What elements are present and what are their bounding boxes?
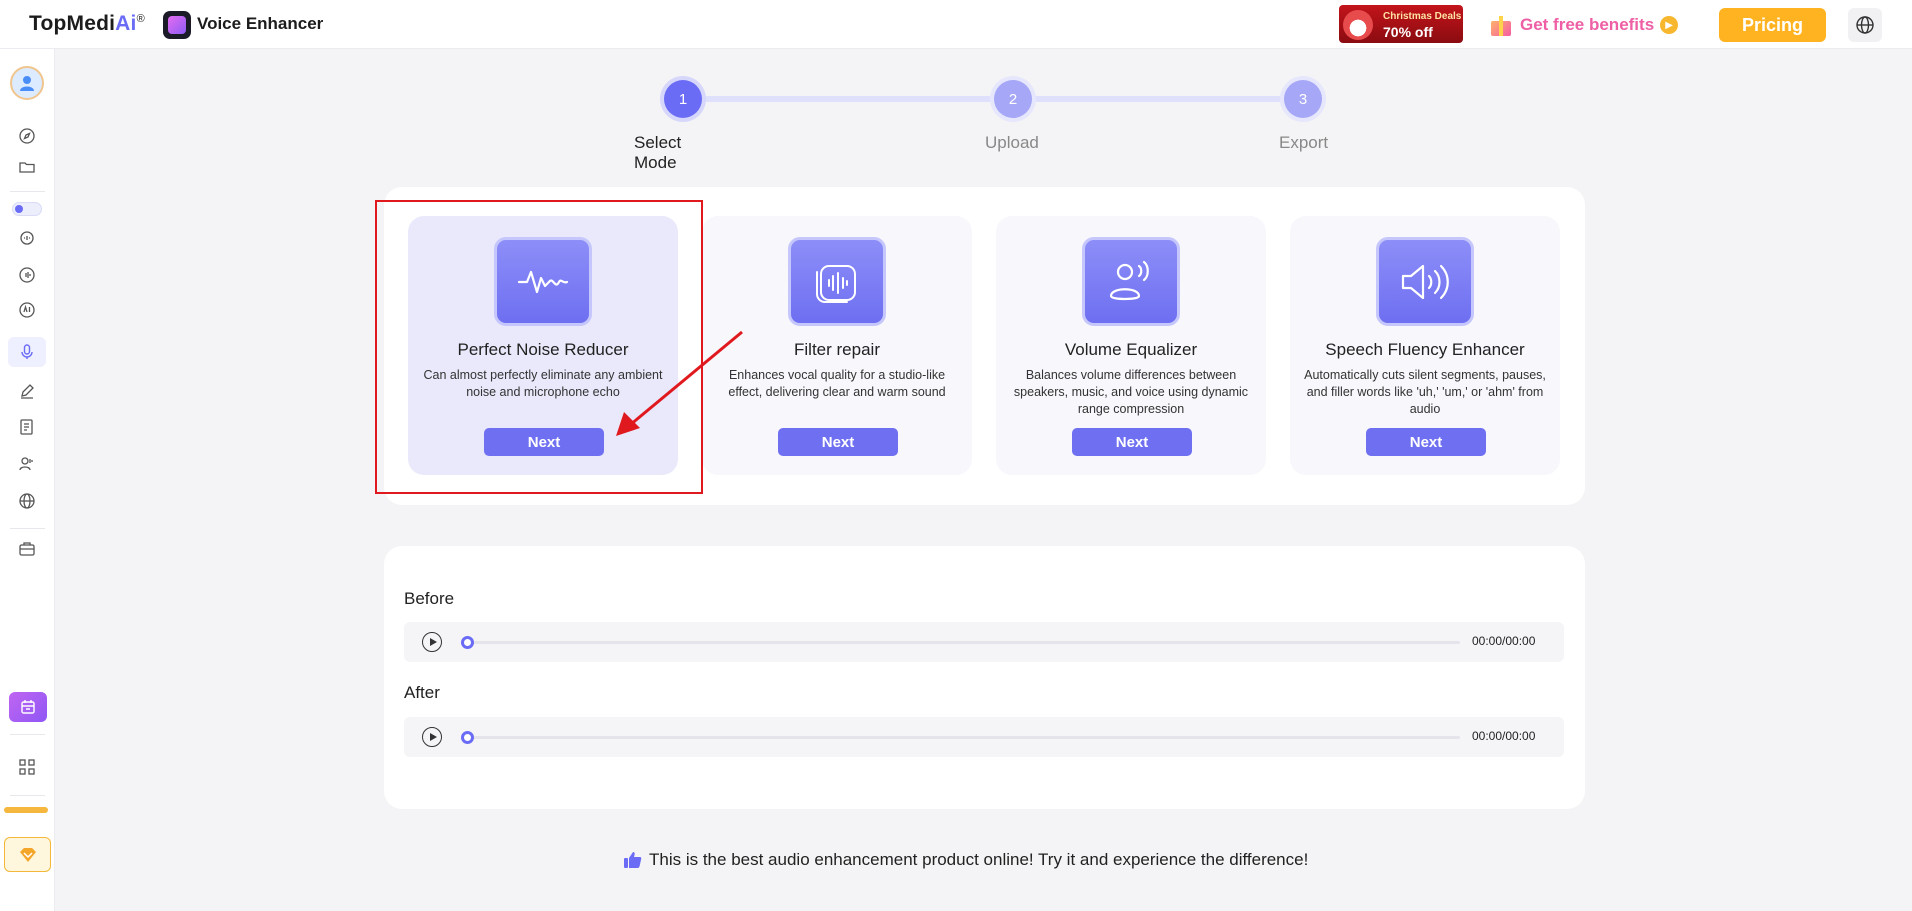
- mode-title: Speech Fluency Enhancer: [1325, 340, 1525, 359]
- diamond-icon: [19, 847, 36, 862]
- brand-text: TopMedi: [29, 12, 116, 35]
- pen-icon: [21, 384, 34, 399]
- toolbox-icon: [19, 542, 35, 556]
- volume-icon: [1376, 237, 1474, 326]
- folder-icon: [19, 162, 35, 173]
- before-audio-player: 00:00/00:00: [404, 622, 1564, 662]
- get-free-benefits-link[interactable]: Get free benefits ▶: [1488, 13, 1679, 37]
- ai-voice-icon: [19, 302, 35, 318]
- microphone-icon: [21, 344, 33, 359]
- mode-description: Balances volume differences between spea…: [1013, 368, 1249, 416]
- seek-handle[interactable]: [461, 636, 474, 649]
- users-icon: [19, 457, 33, 471]
- play-icon: [429, 638, 437, 646]
- after-label: After: [404, 683, 440, 702]
- step-1-circle: 1: [660, 76, 706, 122]
- grid-icon: [19, 759, 35, 775]
- seek-bar[interactable]: [466, 736, 1460, 739]
- sidebar-item-ai-voice[interactable]: [15, 298, 39, 322]
- brand-logo[interactable]: TopMediAi®: [29, 12, 145, 36]
- mode-card-speech-fluency[interactable]: Speech Fluency Enhancer Automatically cu…: [1290, 216, 1560, 475]
- globe-icon: [1856, 16, 1874, 34]
- sidebar-item-web[interactable]: [15, 489, 39, 513]
- pricing-button[interactable]: Pricing: [1719, 8, 1826, 42]
- after-audio-player: 00:00/00:00: [404, 717, 1564, 757]
- usage-progress-bar: [4, 807, 48, 813]
- play-button[interactable]: [422, 727, 442, 747]
- app-name: Voice Enhancer: [197, 14, 324, 33]
- mode-card-volume-equalizer[interactable]: Volume Equalizer Balances volume differe…: [996, 216, 1266, 475]
- promo-line1: Christmas Deals: [1383, 11, 1462, 22]
- step-2-circle: 2: [990, 76, 1036, 122]
- voice-enhancer-logo-icon: [163, 11, 191, 39]
- sidebar-item-voice-chat[interactable]: [15, 227, 39, 251]
- mode-description: Enhances vocal quality for a studio-like…: [728, 368, 946, 399]
- thumbs-up-icon: [624, 852, 642, 868]
- santa-icon: [1343, 10, 1373, 40]
- christmas-promo-banner[interactable]: Christmas Deals 70% off: [1339, 5, 1463, 43]
- waveform-icon: [19, 267, 35, 283]
- sidebar-item-waveform[interactable]: [15, 263, 39, 287]
- next-button[interactable]: Next: [1072, 428, 1192, 456]
- time-display: 00:00/00:00: [1472, 729, 1536, 743]
- step-1-label: Select Mode: [634, 133, 682, 172]
- gift-icon: [1488, 13, 1514, 37]
- left-sidebar: [0, 49, 55, 911]
- sidebar-item-apps[interactable]: [15, 755, 39, 779]
- mode-description: Automatically cuts silent segments, paus…: [1304, 368, 1546, 416]
- sidebar-item-toolbox[interactable]: [15, 537, 39, 561]
- sidebar-item-documents[interactable]: [15, 415, 39, 439]
- audio-compare-panel: [384, 546, 1585, 809]
- sidebar-item-calendar[interactable]: [9, 692, 47, 722]
- speaker-person-icon: [1082, 237, 1180, 326]
- promo-line2: 70% off: [1383, 24, 1433, 40]
- language-globe-button[interactable]: [1848, 8, 1882, 42]
- sidebar-item-files[interactable]: [15, 155, 39, 179]
- step-1-number: 1: [664, 80, 702, 118]
- brand-ai-text: Ai: [115, 12, 137, 35]
- voice-chat-icon: [20, 231, 34, 245]
- sidebar-item-editor[interactable]: [15, 379, 39, 403]
- play-arrow-icon: ▶: [1660, 16, 1679, 34]
- footer-message: This is the best audio enhancement produ…: [623, 850, 1308, 870]
- step-2-number: 2: [994, 80, 1032, 118]
- user-avatar[interactable]: [10, 66, 44, 100]
- annotation-arrow: [616, 330, 743, 436]
- sidebar-item-explore[interactable]: [15, 124, 39, 148]
- premium-button[interactable]: [4, 837, 51, 872]
- time-display: 00:00/00:00: [1472, 634, 1536, 648]
- top-header: TopMediAi® Voice Enhancer Christmas Deal…: [0, 0, 1912, 49]
- calendar-icon: [21, 700, 35, 714]
- sidebar-item-voice-enhancer[interactable]: [15, 340, 39, 364]
- brand-registered: ®: [136, 13, 145, 25]
- step-3-label: Export: [1279, 133, 1329, 152]
- sidebar-item-users[interactable]: [15, 452, 39, 476]
- mode-title: Volume Equalizer: [1064, 340, 1198, 359]
- next-button[interactable]: Next: [778, 428, 898, 456]
- next-button[interactable]: Next: [1366, 428, 1486, 456]
- step-3-circle: 3: [1280, 76, 1326, 122]
- footer-text: This is the best audio enhancement produ…: [649, 850, 1309, 869]
- benefits-label: Get free benefits: [1520, 15, 1655, 34]
- document-icon: [20, 419, 33, 435]
- before-label: Before: [404, 589, 455, 608]
- step-3-number: 3: [1284, 80, 1322, 118]
- globe-icon: [19, 493, 35, 509]
- step-2-label: Upload: [985, 133, 1039, 152]
- avatar-icon: [20, 76, 34, 91]
- layered-wave-icon: [788, 237, 886, 326]
- sidebar-toggle[interactable]: [12, 202, 42, 216]
- seek-bar[interactable]: [466, 641, 1460, 644]
- seek-handle[interactable]: [461, 731, 474, 744]
- play-button[interactable]: [422, 632, 442, 652]
- play-icon: [429, 733, 437, 741]
- compass-icon: [19, 128, 35, 144]
